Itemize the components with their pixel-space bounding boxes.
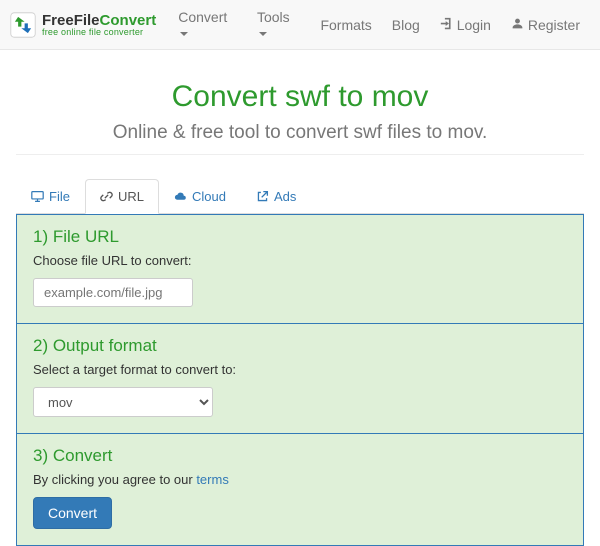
tab-cloud[interactable]: Cloud [159,179,241,214]
step1-heading: 1) File URL [33,227,567,247]
brand-title: FreeFileConvert [42,13,156,28]
brand-tagline: free online file converter [42,28,156,37]
step1-desc: Choose file URL to convert: [33,253,567,268]
nav-login[interactable]: Login [440,17,491,33]
step2-heading: 2) Output format [33,336,567,356]
nav-blog[interactable]: Blog [392,17,420,33]
output-format-select[interactable]: mov [33,387,213,417]
login-icon [440,17,453,30]
convert-panel: 1) File URL Choose file URL to convert: … [16,214,584,546]
logo-icon [10,12,36,38]
tab-ads[interactable]: Ads [241,179,311,214]
step3-heading: 3) Convert [33,446,567,466]
page-title: Convert swf to mov [16,80,584,114]
caret-icon [180,32,188,36]
user-icon [511,17,524,30]
file-url-input[interactable] [33,278,193,307]
page-subtitle: Online & free tool to convert swf files … [16,122,584,155]
step-convert: 3) Convert By clicking you agree to our … [17,434,583,545]
step-file-url: 1) File URL Choose file URL to convert: [17,215,583,324]
link-icon [100,190,113,203]
step2-desc: Select a target format to convert to: [33,362,567,377]
nav-convert[interactable]: Convert [178,9,227,41]
step-output-format: 2) Output format Select a target format … [17,324,583,434]
nav-tools[interactable]: Tools [257,9,290,41]
nav-formats[interactable]: Formats [320,17,371,33]
nav-register[interactable]: Register [511,17,580,33]
external-icon [256,190,269,203]
monitor-icon [31,190,44,203]
tab-url[interactable]: URL [85,179,159,214]
cloud-icon [174,190,187,203]
caret-icon [259,32,267,36]
navbar: FreeFileConvert free online file convert… [0,0,600,50]
tab-file[interactable]: File [16,179,85,214]
brand-logo[interactable]: FreeFileConvert free online file convert… [10,12,156,38]
terms-line: By clicking you agree to our terms [33,472,567,487]
source-tabs: File URL Cloud Ads [16,179,584,214]
terms-link[interactable]: terms [196,472,229,487]
convert-button[interactable]: Convert [33,497,112,529]
